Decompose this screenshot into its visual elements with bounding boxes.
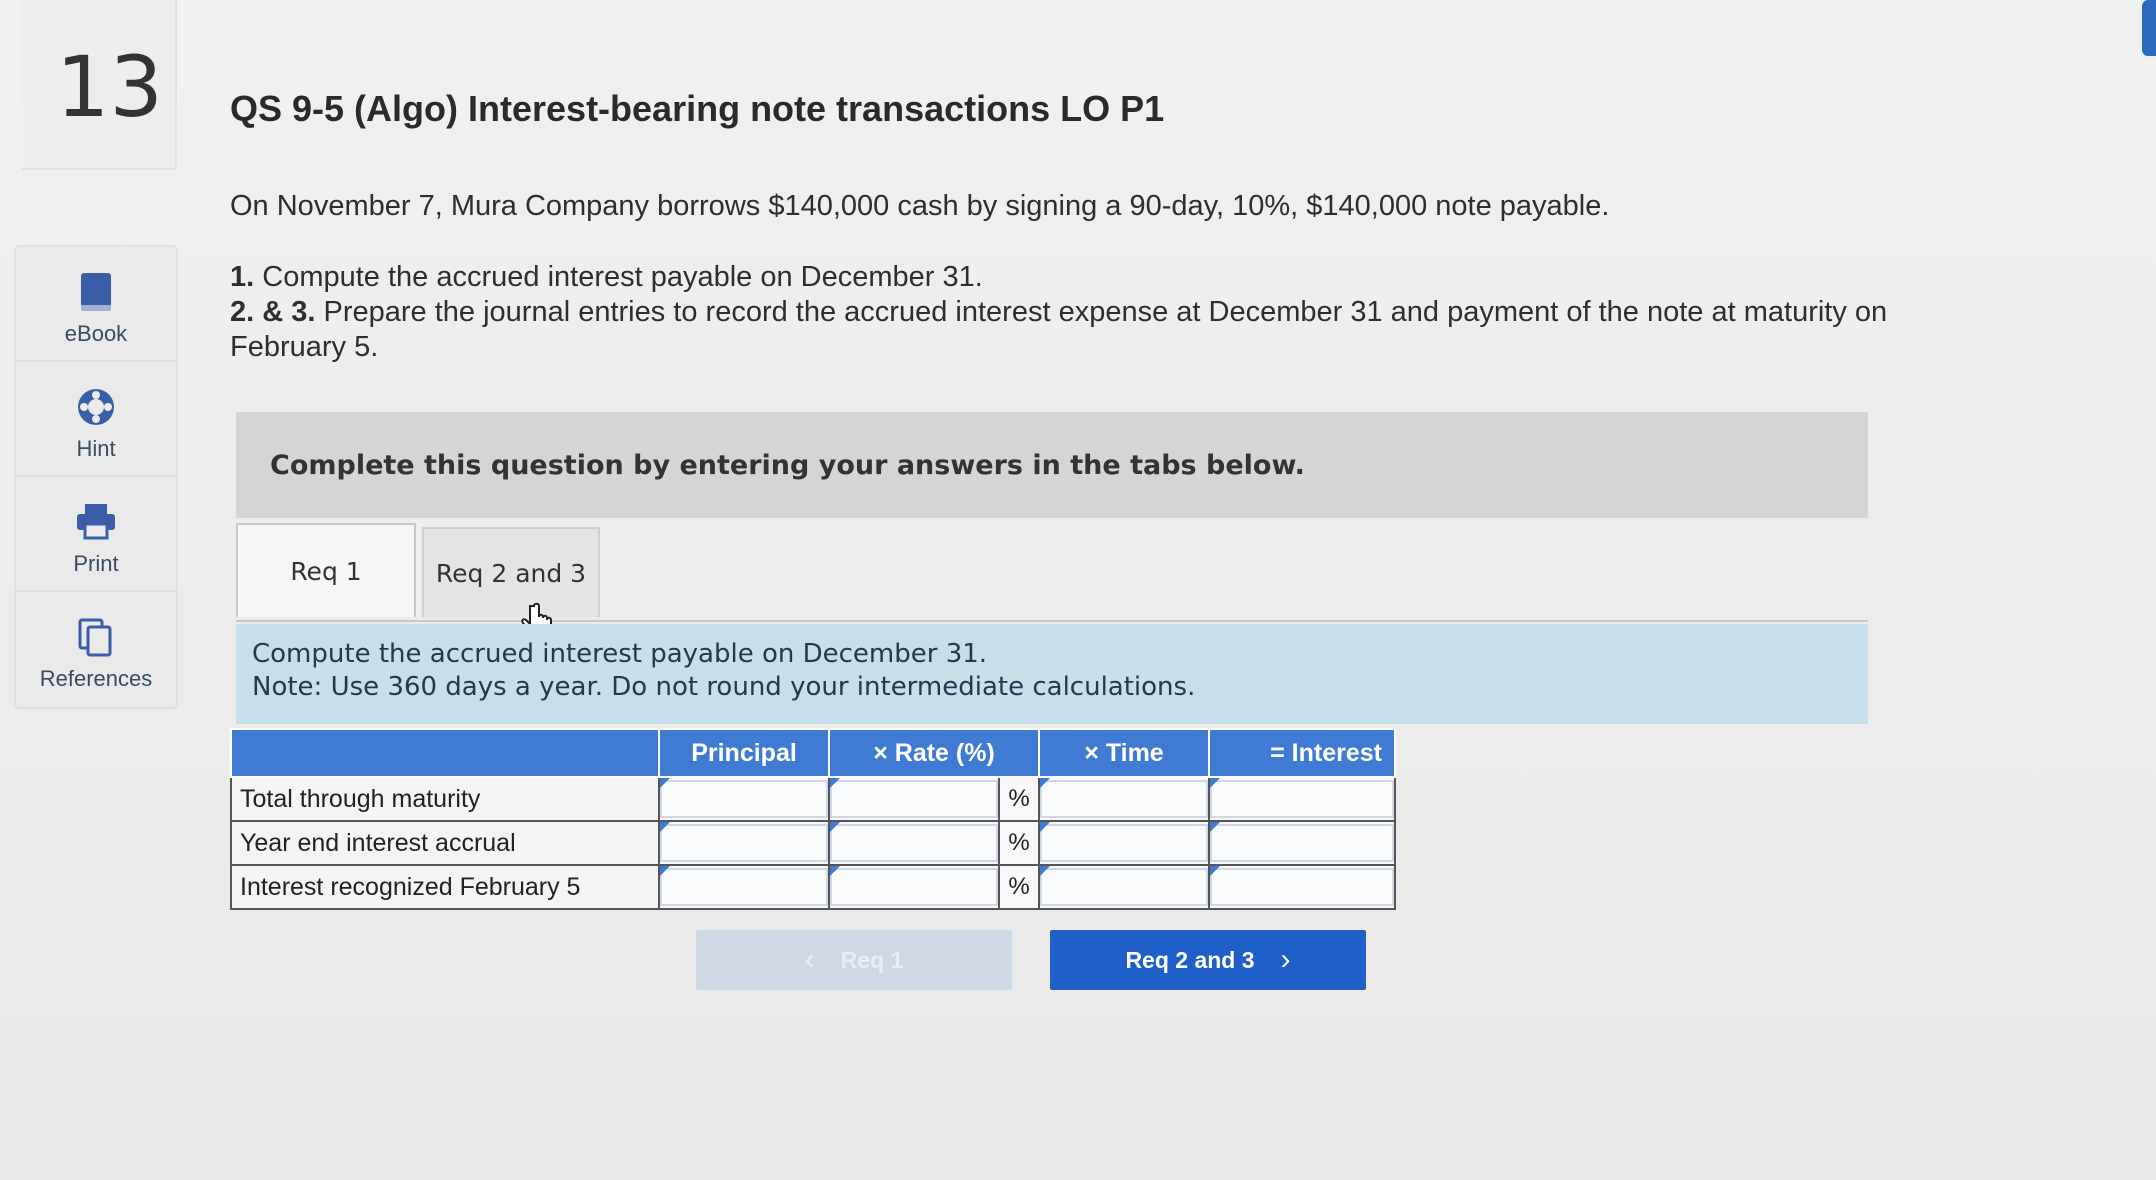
panel-instruction: Compute the accrued interest payable on … <box>252 639 988 669</box>
time-field[interactable] <box>1040 824 1208 862</box>
prev-button-label: Req 1 <box>840 946 904 973</box>
table-row: Interest recognized February 5 % <box>230 864 1396 910</box>
question-intro: On November 7, Mura Company borrows $140… <box>230 190 1610 222</box>
interest-field[interactable] <box>1210 824 1394 862</box>
header-blank <box>230 728 660 778</box>
rate-input[interactable] <box>828 776 1000 822</box>
interest-input[interactable] <box>1208 864 1396 910</box>
sidebar-item-ebook[interactable]: eBook <box>16 247 176 362</box>
next-button[interactable]: Req 2 and 3 › <box>1050 930 1366 990</box>
principal-field[interactable] <box>660 780 828 818</box>
copy-icon <box>78 618 112 657</box>
time-input[interactable] <box>1038 776 1210 822</box>
principal-field[interactable] <box>660 824 828 862</box>
row-label: Total through maturity <box>230 776 660 822</box>
requirement-2-3: 2. & 3. Prepare the journal entries to r… <box>230 296 1888 363</box>
sidebar: eBook Hint Print References <box>14 245 178 709</box>
sidebar-item-label: eBook <box>64 321 128 346</box>
interest-input[interactable] <box>1208 820 1396 866</box>
interest-input[interactable] <box>1208 776 1396 822</box>
tab-divider <box>236 620 1868 622</box>
chevron-left-icon: ‹ <box>804 943 815 976</box>
interest-field[interactable] <box>1210 780 1394 818</box>
requirement-1: 1. Compute the accrued interest payable … <box>230 261 983 293</box>
lifebuoy-icon <box>78 389 114 425</box>
header-principal: Principal <box>658 728 830 778</box>
requirements-list: 1. Compute the accrued interest payable … <box>230 260 1990 365</box>
chevron-right-icon: › <box>1280 943 1291 976</box>
sidebar-item-label: Print <box>73 551 119 576</box>
interest-calculation-table: Principal × Rate (%) × Time = Interest T… <box>230 728 1396 910</box>
sidebar-item-print[interactable]: Print <box>16 477 176 592</box>
principal-input[interactable] <box>658 864 830 910</box>
interest-field[interactable] <box>1210 868 1394 906</box>
sidebar-item-label: Hint <box>76 436 116 461</box>
instruction-banner: Complete this question by entering your … <box>236 412 1868 518</box>
tab-req-1[interactable]: Req 1 <box>236 523 416 617</box>
question-title: QS 9-5 (Algo) Interest-bearing note tran… <box>230 88 1165 129</box>
row-label: Interest recognized February 5 <box>230 864 660 910</box>
table-row: Year end interest accrual % <box>230 820 1396 866</box>
rate-input[interactable] <box>828 864 1000 910</box>
rate-field[interactable] <box>830 780 998 818</box>
principal-field[interactable] <box>660 868 828 906</box>
percent-sign: % <box>998 776 1040 822</box>
principal-input[interactable] <box>658 776 830 822</box>
table-row: Total through maturity % <box>230 776 1396 822</box>
rate-field[interactable] <box>830 824 998 862</box>
question-number: 13 <box>22 0 177 170</box>
scroll-indicator <box>2142 0 2156 56</box>
header-rate: × Rate (%) <box>828 728 1040 778</box>
book-icon <box>81 273 111 311</box>
printer-icon <box>77 504 115 540</box>
sidebar-item-label: References <box>39 666 153 691</box>
sidebar-item-hint[interactable]: Hint <box>16 362 176 477</box>
rate-input[interactable] <box>828 820 1000 866</box>
panel-note: Note: Use 360 days a year. Do not round … <box>252 672 1196 702</box>
time-input[interactable] <box>1038 820 1210 866</box>
header-interest: = Interest <box>1208 728 1396 778</box>
next-button-label: Req 2 and 3 <box>1125 946 1255 973</box>
time-field[interactable] <box>1040 868 1208 906</box>
instruction-panel: Compute the accrued interest payable on … <box>236 624 1868 724</box>
header-time: × Time <box>1038 728 1210 778</box>
principal-input[interactable] <box>658 820 830 866</box>
tab-req-2-and-3[interactable]: Req 2 and 3 <box>422 527 600 617</box>
time-field[interactable] <box>1040 780 1208 818</box>
sidebar-item-references[interactable]: References <box>16 592 176 707</box>
percent-sign: % <box>998 864 1040 910</box>
prev-button[interactable]: ‹ Req 1 <box>696 930 1012 990</box>
percent-sign: % <box>998 820 1040 866</box>
row-label: Year end interest accrual <box>230 820 660 866</box>
rate-field[interactable] <box>830 868 998 906</box>
time-input[interactable] <box>1038 864 1210 910</box>
